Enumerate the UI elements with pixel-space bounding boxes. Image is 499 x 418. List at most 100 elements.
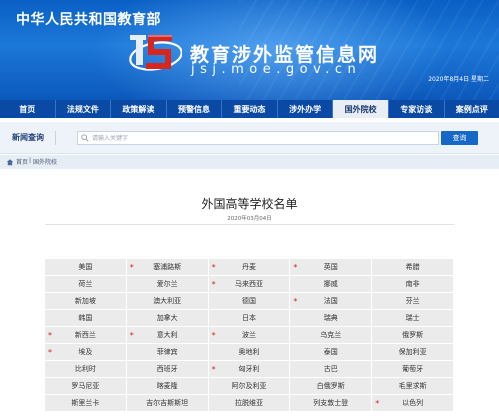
country-name: 瑞典: [323, 314, 338, 322]
country-cell[interactable]: 白俄罗斯: [290, 378, 373, 395]
country-name: 吉尔吉斯斯坦: [146, 399, 189, 407]
star-icon: *: [211, 263, 216, 272]
country-list: 美国 * 塞浦路斯 * 丹麦 * 英国 希腊 荷兰 爱尔兰 * 马来西亚 挪威 南非 新加坡 澳大利亚 德国 * 法…: [45, 259, 454, 412]
search-divider: [55, 131, 56, 145]
country-name: 美国: [78, 263, 93, 271]
country-cell[interactable]: 罗马尼亚: [45, 378, 127, 395]
country-name: 阿尔及利亚: [231, 382, 267, 390]
search-input[interactable]: [77, 131, 439, 145]
country-name: 新西兰: [74, 331, 96, 339]
star-icon: *: [211, 331, 216, 340]
country-cell[interactable]: 保加利亚: [372, 344, 454, 361]
country-name: 英国: [323, 263, 338, 271]
country-cell[interactable]: 列支敦士登: [290, 395, 373, 412]
country-name: 毛里求斯: [398, 382, 427, 390]
ministry-name[interactable]: 中华人民共和国教育部: [16, 9, 161, 29]
nav-item-news[interactable]: 重要动态: [221, 100, 277, 118]
country-name: 斯里兰卡: [71, 399, 100, 407]
country-cell[interactable]: 斯里兰卡: [45, 395, 127, 412]
star-icon: *: [293, 263, 298, 272]
country-cell[interactable]: 乌克兰: [290, 327, 373, 344]
country-cell[interactable]: 爱尔兰: [126, 276, 209, 293]
country-cell[interactable]: * 波兰: [208, 327, 291, 344]
country-cell[interactable]: 希腊: [372, 259, 454, 276]
country-cell[interactable]: 日本: [208, 310, 291, 327]
country-name: 加拿大: [156, 314, 178, 322]
country-name: 古巴: [323, 365, 338, 373]
country-cell[interactable]: 阿尔及利亚: [208, 378, 291, 395]
country-name: 保加利亚: [398, 348, 427, 356]
country-cell[interactable]: 加拿大: [126, 310, 209, 327]
star-icon: *: [211, 365, 216, 374]
country-cell[interactable]: 泰国: [290, 344, 373, 361]
star-icon: *: [48, 348, 52, 357]
country-cell[interactable]: 瑞典: [290, 310, 373, 327]
nav-item-foreign-schools-running[interactable]: 涉外办学: [276, 100, 333, 118]
breadcrumb-separator: |: [29, 157, 32, 164]
country-cell[interactable]: 荷兰: [45, 276, 127, 293]
country-cell[interactable]: * 新西兰: [45, 327, 127, 344]
star-icon: *: [211, 280, 216, 289]
country-name: 德国: [241, 297, 256, 305]
country-name: 日本: [241, 314, 256, 322]
country-name: 白俄罗斯: [316, 382, 345, 390]
nav-item-case-reviews[interactable]: 案例点评: [443, 100, 499, 118]
country-cell[interactable]: 芬兰: [372, 293, 454, 310]
country-name: 芬兰: [405, 297, 420, 305]
country-cell[interactable]: 德国: [208, 293, 291, 310]
search-icon: [81, 134, 89, 142]
current-date: 2020年8月4日 星期二: [428, 76, 489, 83]
country-cell[interactable]: * 埃及: [45, 344, 127, 361]
country-name: 奥地利: [238, 348, 260, 356]
country-cell[interactable]: 奥地利: [208, 344, 291, 361]
country-name: 葡萄牙: [402, 365, 424, 373]
country-cell[interactable]: 毛里求斯: [372, 378, 454, 395]
country-cell[interactable]: 比利时: [45, 361, 127, 378]
search-label: 新闻查询: [12, 133, 44, 142]
country-name: 荷兰: [78, 280, 93, 288]
country-cell[interactable]: 俄罗斯: [372, 327, 454, 344]
country-cell[interactable]: 韩国: [45, 310, 127, 327]
nav-item-policy-interpretation[interactable]: 政策解读: [110, 100, 166, 118]
star-icon: *: [129, 263, 134, 272]
country-cell[interactable]: * 马来西亚: [208, 276, 291, 293]
site-domain: jsj.moe.gov.cn: [191, 62, 362, 77]
country-cell[interactable]: * 塞浦路斯: [126, 259, 209, 276]
country-cell[interactable]: 美国: [45, 259, 127, 276]
header-banner: 中华人民共和国教育部 教育涉外监管信息网 jsj.moe.gov.cn 2020…: [0, 0, 499, 100]
country-name: 丹麦: [241, 263, 256, 271]
country-cell[interactable]: 葡萄牙: [372, 361, 454, 378]
breadcrumb-home[interactable]: 首页: [16, 157, 28, 166]
country-cell[interactable]: 吉尔吉斯斯坦: [126, 395, 209, 412]
country-cell[interactable]: 古巴: [290, 361, 373, 378]
breadcrumb: 首页 | 国外院校: [0, 155, 499, 169]
country-cell[interactable]: 西班牙: [126, 361, 209, 378]
country-cell[interactable]: 菲律宾: [126, 344, 209, 361]
country-cell[interactable]: 澳大利亚: [126, 293, 209, 310]
country-cell[interactable]: * 英国: [290, 259, 373, 276]
country-cell[interactable]: 拉脱维亚: [208, 395, 291, 412]
country-cell[interactable]: 瑞士: [372, 310, 454, 327]
site-logo-icon[interactable]: [126, 30, 182, 76]
nav-item-foreign-institutions[interactable]: 国外院校: [332, 100, 388, 118]
home-icon: [6, 159, 14, 166]
country-cell[interactable]: * 意大利: [126, 327, 209, 344]
nav-item-expert-interviews[interactable]: 专家访谈: [387, 100, 444, 118]
nav-item-home[interactable]: 首页: [0, 100, 55, 118]
country-cell[interactable]: * 丹麦: [208, 259, 291, 276]
country-cell[interactable]: 挪威: [290, 276, 373, 293]
country-cell[interactable]: * 法国: [290, 293, 373, 310]
country-cell[interactable]: 新加坡: [45, 293, 127, 310]
country-name: 希腊: [405, 263, 420, 271]
country-cell[interactable]: 南非: [372, 276, 454, 293]
nav-item-regulations[interactable]: 法规文件: [54, 100, 111, 118]
star-icon: *: [48, 331, 52, 340]
country-name: 挪威: [323, 280, 338, 288]
country-cell[interactable]: * 以色列: [372, 395, 454, 412]
nav-item-warnings[interactable]: 预警信息: [165, 100, 222, 118]
country-cell[interactable]: 喀麦隆: [126, 378, 209, 395]
search-button[interactable]: 查询: [441, 131, 478, 145]
main-nav: 首页 法规文件 政策解读 预警信息 重要动态 涉外办学 国外院校 专家访谈 案例…: [0, 100, 499, 120]
country-cell[interactable]: * 匈牙利: [208, 361, 291, 378]
breadcrumb-current[interactable]: 国外院校: [33, 157, 57, 166]
